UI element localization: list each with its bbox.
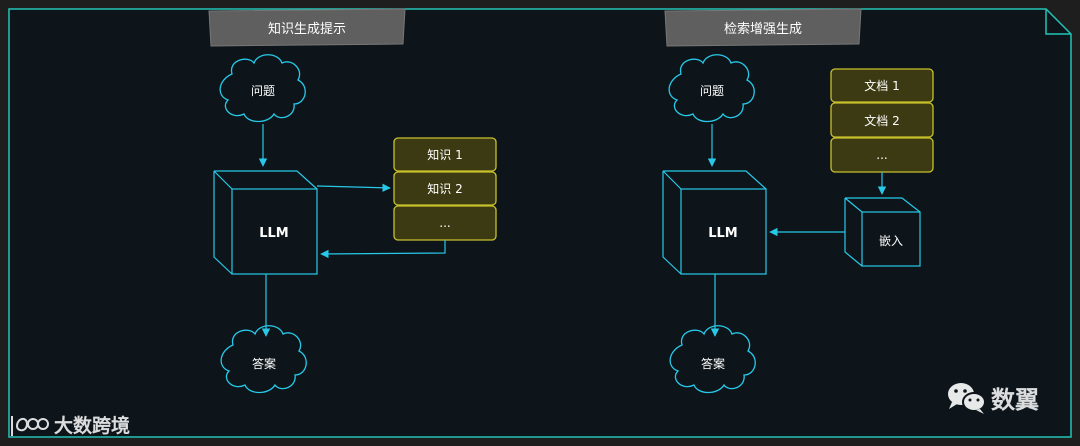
left-watermark-text: 大数跨境 [54, 415, 131, 437]
document-label-2: 文档 2 [864, 113, 899, 128]
right-embed-cube: 嵌入 [844, 197, 921, 267]
left-knowledge-stack: 知识 1 知识 2 ... [393, 137, 497, 241]
right-title: 检索增强生成 [724, 22, 802, 37]
right-answer-label: 答案 [701, 356, 725, 371]
left-answer-label: 答案 [252, 356, 276, 371]
left-question-cloud: 问题 [219, 54, 306, 123]
knowledge-label-1: 知识 1 [427, 148, 462, 162]
right-watermark-text: 数翼 [991, 386, 1039, 414]
left-answer-cloud: 答案 [220, 325, 307, 394]
right-question-cloud: 问题 [668, 54, 755, 123]
left-title: 知识生成提示 [268, 21, 346, 37]
knowledge-label-3: ... [439, 216, 450, 230]
knowledge-label-2: 知识 2 [427, 182, 462, 196]
right-llm-label: LLM [708, 226, 738, 241]
right-llm-cube: LLM [662, 170, 767, 275]
right-question-label: 问题 [700, 84, 724, 98]
left-llm-cube: LLM [213, 170, 318, 275]
document-label-1: 文档 1 [864, 78, 899, 93]
left-title-banner: 知识生成提示 [208, 8, 406, 47]
left-question-label: 问题 [251, 84, 275, 98]
right-document-stack: 文档 1 文档 2 ... [830, 68, 934, 173]
right-answer-cloud: 答案 [669, 325, 756, 394]
diagram-canvas: 知识生成提示 问题 LLM 知识 1 知识 2 ... 答案 检索增强生成 问题 [8, 8, 1072, 438]
document-label-3: ... [876, 148, 887, 162]
right-title-banner: 检索增强生成 [664, 8, 862, 47]
embed-label: 嵌入 [879, 234, 903, 248]
left-llm-label: LLM [259, 226, 289, 241]
